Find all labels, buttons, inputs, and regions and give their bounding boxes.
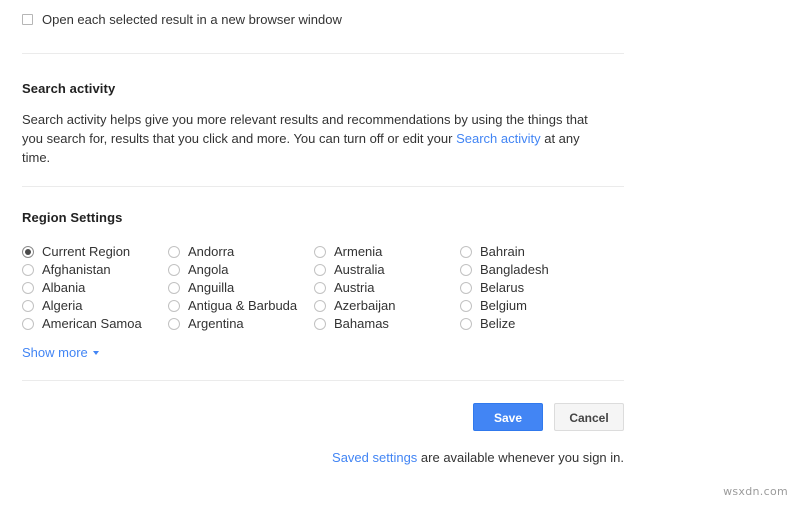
region-option-label: Belize <box>480 316 516 331</box>
saved-settings-link[interactable]: Saved settings <box>332 450 417 465</box>
show-more-button[interactable]: Show more <box>22 345 99 360</box>
region-option-label: Belgium <box>480 298 527 313</box>
radio-icon[interactable] <box>314 282 326 294</box>
new-window-label: Open each selected result in a new brows… <box>42 12 342 27</box>
radio-icon[interactable] <box>22 246 34 258</box>
region-option-argentina[interactable]: Argentina <box>168 315 314 333</box>
region-option-label: Andorra <box>188 244 235 259</box>
region-radio-grid: Current Region Afghanistan Albania Alger… <box>22 243 624 333</box>
region-option-label: Bangladesh <box>480 262 549 277</box>
region-option-antigua-barbuda[interactable]: Antigua & Barbuda <box>168 297 314 315</box>
new-window-checkbox[interactable] <box>22 14 33 25</box>
region-option-label: American Samoa <box>42 316 142 331</box>
region-option-label: Bahamas <box>334 316 389 331</box>
region-option-current-region[interactable]: Current Region <box>22 243 168 261</box>
watermark: wsxdn.com <box>723 485 788 498</box>
region-option-label: Argentina <box>188 316 244 331</box>
region-column-3: Armenia Australia Austria Azerbaijan Bah… <box>314 243 460 333</box>
new-window-option-row[interactable]: Open each selected result in a new brows… <box>22 0 624 32</box>
region-option-label: Algeria <box>42 298 83 313</box>
saved-settings-note: Saved settings are available whenever yo… <box>22 450 624 465</box>
region-option-anguilla[interactable]: Anguilla <box>168 279 314 297</box>
region-option-austria[interactable]: Austria <box>314 279 460 297</box>
region-option-belgium[interactable]: Belgium <box>460 297 606 315</box>
region-column-1: Current Region Afghanistan Albania Alger… <box>22 243 168 333</box>
region-settings-heading: Region Settings <box>22 210 123 225</box>
search-activity-link[interactable]: Search activity <box>456 131 541 146</box>
region-option-belize[interactable]: Belize <box>460 315 606 333</box>
radio-icon[interactable] <box>22 264 34 276</box>
radio-icon[interactable] <box>460 246 472 258</box>
region-option-label: Angola <box>188 262 229 277</box>
divider-bottom <box>22 380 624 381</box>
radio-icon[interactable] <box>22 318 34 330</box>
radio-icon[interactable] <box>460 318 472 330</box>
region-option-label: Austria <box>334 280 375 295</box>
settings-page: Open each selected result in a new brows… <box>0 0 800 505</box>
radio-icon[interactable] <box>168 318 180 330</box>
region-option-belarus[interactable]: Belarus <box>460 279 606 297</box>
region-option-label: Belarus <box>480 280 525 295</box>
region-option-armenia[interactable]: Armenia <box>314 243 460 261</box>
region-option-label: Albania <box>42 280 86 295</box>
radio-icon[interactable] <box>168 300 180 312</box>
region-option-bangladesh[interactable]: Bangladesh <box>460 261 606 279</box>
region-option-azerbaijan[interactable]: Azerbaijan <box>314 297 460 315</box>
radio-icon[interactable] <box>460 264 472 276</box>
region-option-label: Armenia <box>334 244 383 259</box>
region-option-label: Azerbaijan <box>334 298 396 313</box>
region-option-label: Antigua & Barbuda <box>188 298 298 313</box>
action-buttons: Save Cancel <box>22 403 624 431</box>
region-option-afghanistan[interactable]: Afghanistan <box>22 261 168 279</box>
search-activity-description: Search activity helps give you more rele… <box>22 110 602 167</box>
saved-settings-text: are available whenever you sign in. <box>417 450 624 465</box>
region-option-albania[interactable]: Albania <box>22 279 168 297</box>
radio-icon[interactable] <box>314 264 326 276</box>
region-option-andorra[interactable]: Andorra <box>168 243 314 261</box>
radio-icon[interactable] <box>460 300 472 312</box>
radio-icon[interactable] <box>168 264 180 276</box>
region-option-bahrain[interactable]: Bahrain <box>460 243 606 261</box>
radio-icon[interactable] <box>314 318 326 330</box>
chevron-down-icon <box>92 350 99 355</box>
radio-icon[interactable] <box>314 246 326 258</box>
region-option-american-samoa[interactable]: American Samoa <box>22 315 168 333</box>
radio-icon[interactable] <box>314 300 326 312</box>
divider-top <box>22 53 624 54</box>
region-column-4: Bahrain Bangladesh Belarus Belgium Beliz… <box>460 243 606 333</box>
divider-middle <box>22 186 624 187</box>
region-option-label: Anguilla <box>188 280 235 295</box>
show-more-label: Show more <box>22 345 88 360</box>
region-option-angola[interactable]: Angola <box>168 261 314 279</box>
radio-icon[interactable] <box>22 282 34 294</box>
region-option-label: Australia <box>334 262 385 277</box>
radio-icon[interactable] <box>22 300 34 312</box>
radio-icon[interactable] <box>460 282 472 294</box>
region-option-label: Bahrain <box>480 244 525 259</box>
search-activity-heading: Search activity <box>22 81 116 96</box>
save-button[interactable]: Save <box>473 403 543 431</box>
radio-icon[interactable] <box>168 282 180 294</box>
region-option-australia[interactable]: Australia <box>314 261 460 279</box>
radio-icon[interactable] <box>168 246 180 258</box>
settings-content: Open each selected result in a new brows… <box>22 0 624 465</box>
region-option-label: Afghanistan <box>42 262 111 277</box>
region-option-algeria[interactable]: Algeria <box>22 297 168 315</box>
cancel-button[interactable]: Cancel <box>554 403 624 431</box>
region-column-2: Andorra Angola Anguilla Antigua & Barbud… <box>168 243 314 333</box>
region-option-label: Current Region <box>42 244 131 259</box>
region-option-bahamas[interactable]: Bahamas <box>314 315 460 333</box>
